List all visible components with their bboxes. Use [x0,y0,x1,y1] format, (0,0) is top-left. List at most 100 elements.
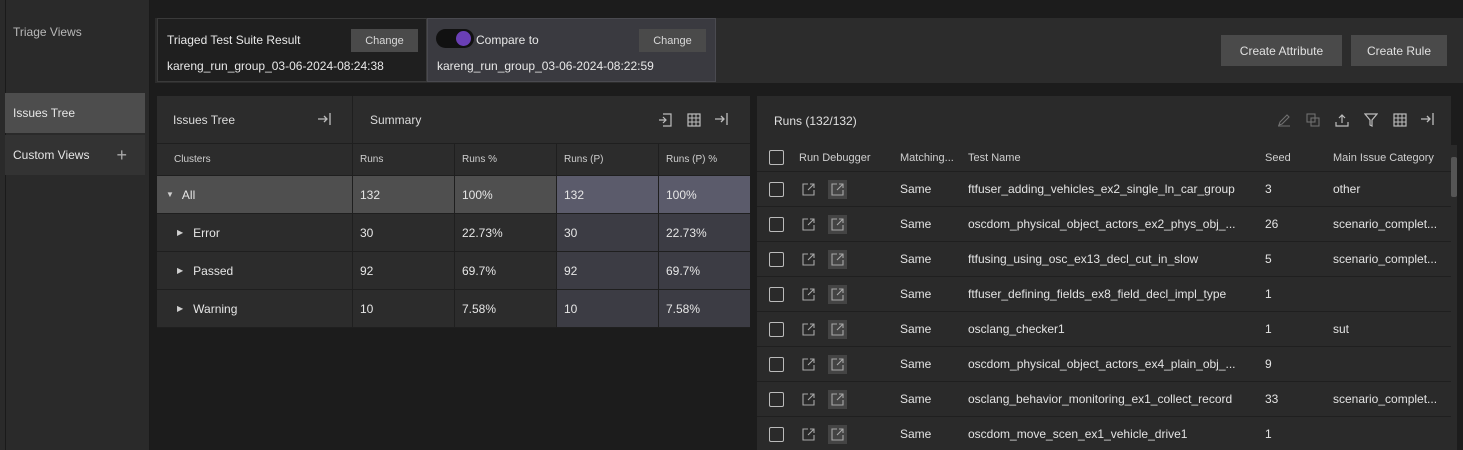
open-debugger-icon[interactable] [828,389,847,409]
column-header[interactable]: Main Issue Category [1333,144,1445,171]
caret-right-icon[interactable]: ▶ [177,304,183,313]
column-header[interactable]: Runs (P) [557,144,659,175]
run-debugger-cell [799,312,889,346]
toggle-knob [456,31,471,46]
scrollbar-thumb[interactable] [1451,157,1457,197]
cluster-name: Error [193,225,220,240]
collapse-runs-icon[interactable] [1420,112,1436,126]
row-checkbox[interactable] [769,181,784,197]
table-columns-icon[interactable] [687,113,701,127]
filter-icon[interactable] [1364,113,1378,127]
column-header[interactable]: Matching... [900,144,964,171]
column-header[interactable]: Seed [1265,144,1325,171]
row-checkbox[interactable] [769,426,784,442]
open-external-icon[interactable] [799,285,818,304]
change-compare-button[interactable]: Change [639,29,706,52]
open-debugger-icon[interactable] [828,424,847,444]
table-row[interactable]: Same oscdom_move_scen_ex1_vehicle_drive1 1 [757,417,1451,450]
row-checkbox[interactable] [769,286,784,302]
runs-cell: 92 [353,252,455,289]
open-external-icon[interactable] [799,320,818,339]
column-header[interactable]: Run Debugger [799,144,889,171]
open-external-icon[interactable] [799,390,818,409]
run-debugger-cell [799,242,889,276]
run-debugger-cell [799,172,889,206]
open-external-icon[interactable] [799,355,818,374]
open-external-icon[interactable] [799,215,818,234]
caret-right-icon[interactable]: ▶ [177,228,183,237]
column-header[interactable]: Runs % [455,144,557,175]
matching-cell: Same [900,392,932,406]
table-row[interactable]: Same ftfuser_adding_vehicles_ex2_single_l… [757,172,1451,207]
table-row[interactable]: Same osclang_checker1 1 sut [757,312,1451,347]
create-rule-button[interactable]: Create Rule [1351,35,1447,66]
table-columns-icon[interactable] [1393,113,1407,127]
compare-to-label: Compare to [476,33,539,47]
cluster-name: Passed [193,263,234,278]
table-row[interactable]: Same osclang_behavior_monitoring_ex1_coll… [757,382,1451,417]
open-debugger-icon[interactable] [828,249,847,269]
seed-cell: 33 [1265,392,1279,406]
caret-down-icon[interactable]: ▼ [166,190,174,199]
collapse-panel-icon[interactable] [317,112,333,126]
column-header[interactable]: Runs (P) % [659,144,750,175]
row-select-cell [769,172,789,206]
open-debugger-icon[interactable] [828,284,847,304]
row-checkbox[interactable] [769,321,784,337]
sidebar-item-custom-views[interactable]: Custom Views + [5,135,145,175]
table-row[interactable]: Same oscdom_physical_object_actors_ex4_pl… [757,347,1451,382]
create-attribute-button[interactable]: Create Attribute [1221,35,1342,66]
column-header[interactable]: Test Name [968,144,1253,171]
sidebar-item-label: Issues Tree [13,106,76,120]
cluster-name: Warning [193,301,238,316]
open-debugger-icon[interactable] [828,319,847,339]
edit-icon[interactable] [1277,113,1291,127]
cluster-name-cell: ▼ All [157,176,353,213]
open-debugger-icon[interactable] [828,354,847,374]
cluster-row-error[interactable]: ▶ Error 30 22.73% 30 22.73% [157,214,750,252]
column-header[interactable]: Clusters [157,144,353,175]
open-external-icon[interactable] [799,180,818,199]
cluster-row-passed[interactable]: ▶ Passed 92 69.7% 92 69.7% [157,252,750,290]
compare-toggle[interactable] [436,29,474,48]
issue-category-cell [1333,417,1445,450]
plus-icon[interactable]: + [116,145,127,166]
select-all-checkbox[interactable] [769,150,784,165]
cluster-row-all[interactable]: ▼ All 132 100% 132 100% [157,176,750,214]
upload-icon[interactable] [1335,113,1349,127]
open-debugger-icon[interactable] [828,214,847,234]
table-row[interactable]: Same ftfusing_using_osc_ex13_decl_cut_in_… [757,242,1451,277]
open-external-icon[interactable] [799,425,818,444]
table-row[interactable]: Same ftfuser_defining_fields_ex8_field_de… [757,277,1451,312]
matching-cell: Same [900,427,932,441]
row-checkbox[interactable] [769,391,784,407]
cluster-row-warning[interactable]: ▶ Warning 10 7.58% 10 7.58% [157,290,750,328]
row-checkbox[interactable] [769,356,784,372]
export-icon[interactable] [658,113,672,127]
test-name-cell: osclang_checker1 [968,322,1065,336]
scrollbar[interactable] [1451,145,1457,450]
sidebar: Triage Views Issues Tree Custom Views + [0,0,150,450]
row-checkbox[interactable] [769,216,784,232]
column-header[interactable]: Runs [353,144,455,175]
suite-result-bar: Triaged Test Suite Result Change kareng_… [155,18,1463,83]
compare-to-card: Compare to Change kareng_run_group_03-06… [427,18,716,82]
open-debugger-icon[interactable] [828,179,847,199]
open-external-icon[interactable] [799,250,818,269]
row-checkbox[interactable] [769,251,784,267]
runs-p-pct-cell: 69.7% [659,252,750,289]
matching-cell: Same [900,217,932,231]
runs-pct-cell: 7.58% [455,290,557,327]
row-select-cell [769,347,789,381]
runs-p-cell: 30 [557,214,659,251]
sidebar-item-issues-tree[interactable]: Issues Tree [5,93,145,133]
collapse-summary-icon[interactable] [714,112,730,126]
copy-icon[interactable] [1306,113,1320,127]
change-triaged-button[interactable]: Change [351,29,418,52]
runs-cell: 30 [353,214,455,251]
table-row[interactable]: Same oscdom_physical_object_actors_ex2_ph… [757,207,1451,242]
caret-right-icon[interactable]: ▶ [177,266,183,275]
sidebar-item-label: Custom Views [13,148,90,162]
seed-cell: 1 [1265,287,1272,301]
matching-cell: Same [900,252,932,266]
